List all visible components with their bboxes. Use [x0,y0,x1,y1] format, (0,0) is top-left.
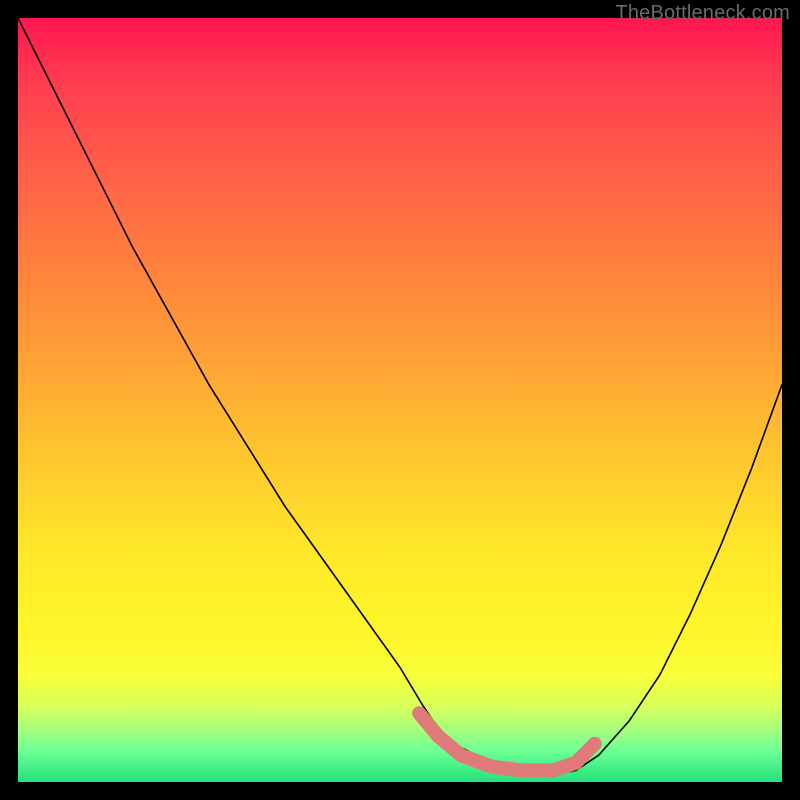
chart-stage: TheBottleneck.com [0,0,800,800]
chart-curve-svg [18,18,782,782]
chart-plot-area [18,18,782,782]
bottom-marker-stroke [419,713,595,770]
watermark-text: TheBottleneck.com [615,2,790,25]
curve-group [18,18,782,774]
bottleneck-curve [18,18,782,774]
